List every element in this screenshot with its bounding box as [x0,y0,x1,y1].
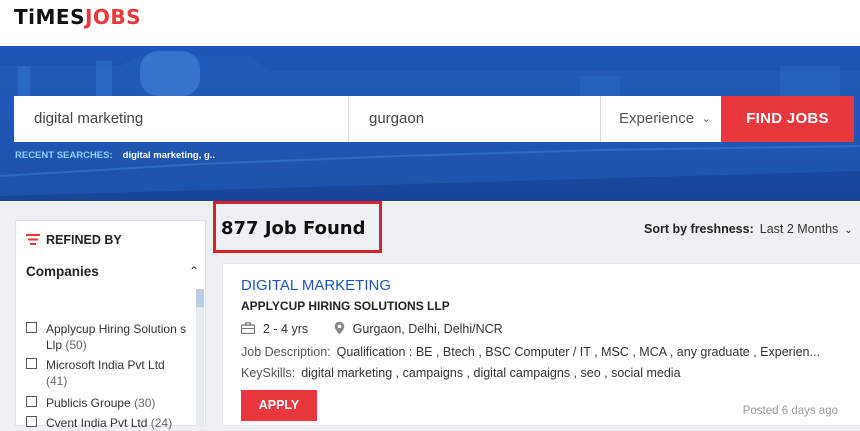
experience-select-label: Experience [619,110,695,127]
companies-scrollbar[interactable] [196,289,204,427]
keyword-input[interactable]: digital marketing [14,96,349,142]
briefcase-icon [240,322,256,337]
experience-select[interactable]: Experience ⌄ [601,96,721,142]
company-count: (50) [65,338,87,352]
job-location: Gurgaon, Delhi, Delhi/NCR [352,321,503,336]
sort-control[interactable]: Sort by freshness: Last 2 Months ⌄ [644,222,853,236]
companies-filter-title[interactable]: Companies [26,264,99,279]
chevron-down-icon: ⌄ [701,113,711,125]
company-count: (24) [150,416,173,430]
company-name: Cvent India Pvt Ltd [46,416,148,430]
sort-label: Sort by freshness: [644,222,754,236]
company-checkbox[interactable] [26,416,37,427]
company-filter-item[interactable]: Microsoft India Pvt Ltd (41) [26,357,188,389]
company-checkbox[interactable] [26,358,37,369]
company-name: Publicis Groupe [46,396,131,410]
keyskills-label: KeySkills: [241,366,296,380]
location-input[interactable]: gurgaon [349,96,601,142]
posted-date: Posted 6 days ago [742,405,838,417]
refined-by-heading: REFINED BY [26,233,122,248]
filter-icon [26,233,40,248]
job-search-bar: digital marketing gurgaon Experience ⌄ F… [14,96,854,142]
company-checkbox[interactable] [26,396,37,407]
job-card: DIGITAL MARKETING APPLYCUP HIRING SOLUTI… [222,263,860,426]
find-jobs-button[interactable]: FIND JOBS [721,96,854,142]
chevron-up-icon[interactable]: ⌃ [189,264,199,278]
company-count: (30) [134,396,156,410]
apply-button[interactable]: APPLY [241,390,317,421]
job-description-label: Job Description: [241,345,331,359]
company-name: Microsoft India Pvt Ltd [46,358,165,372]
site-header: TiMESJOBS [0,0,860,46]
recent-searches-label: RECENT SEARCHES: [15,150,113,161]
location-pin-icon [334,321,345,338]
company-filter-item[interactable]: Applycup Hiring Solution s Llp (50) [26,321,188,353]
company-filter-item[interactable]: Cvent India Pvt Ltd (24) [26,415,188,431]
job-title-link[interactable]: DIGITAL MARKETING [241,277,391,294]
company-checkbox[interactable] [26,322,37,333]
sort-value[interactable]: Last 2 Months [760,222,839,236]
recent-searches: RECENT SEARCHES: digital marketing, g.. [15,150,215,161]
keyskills-text: digital marketing , campaigns , digital … [301,366,681,380]
job-keyskills: KeySkills: digital marketing , campaigns … [241,366,681,380]
company-filter-item[interactable]: Publicis Groupe (30) [26,395,188,411]
job-description: Job Description: Qualification : BE , Bte… [241,345,841,359]
filter-sidebar: REFINED BY Companies ⌃ Applycup Hiring S… [15,220,206,430]
chevron-down-icon[interactable]: ⌄ [844,225,852,236]
recent-search-link[interactable]: digital marketing, g.. [123,150,215,161]
company-count: (41) [46,374,68,388]
jobs-found-count: 877 Job Found [221,218,366,239]
timesjobs-logo[interactable]: TiMESJOBS [14,5,141,29]
job-company-name: APPLYCUP HIRING SOLUTIONS LLP [241,299,450,313]
job-meta: 2 - 4 yrs Gurgaon, Delhi, Delhi/NCR [240,321,503,338]
job-description-text: Qualification : BE , Btech , BSC Compute… [336,345,820,359]
job-experience: 2 - 4 yrs [263,321,309,336]
scrollbar-thumb[interactable] [196,289,204,307]
refined-by-label: REFINED BY [46,233,122,247]
